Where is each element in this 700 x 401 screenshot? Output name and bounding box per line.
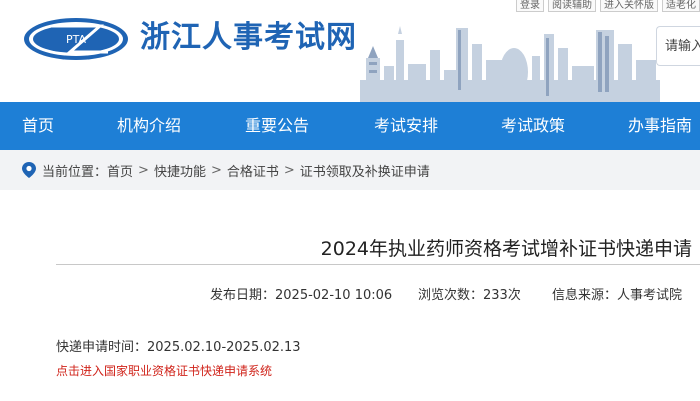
publish-date-value: 2025-02-10 10:06 — [275, 288, 393, 303]
pta-logo-icon[interactable]: PTA — [22, 16, 130, 62]
application-period: 快递申请时间：2025.02.10-2025.02.13 — [56, 336, 301, 355]
elderly-mode-link[interactable]: 适老化 — [662, 0, 700, 12]
application-period-label: 快递申请时间： — [56, 340, 148, 355]
site-header: PTA 浙江人事考试网 — [0, 0, 700, 102]
view-count-value: 233次 — [483, 288, 521, 303]
breadcrumb-separator: > — [283, 162, 295, 178]
breadcrumb-bar: 当前位置： 首页 > 快捷功能 > 合格证书 > 证书领取及补换证申请 — [0, 150, 700, 190]
view-count: 浏览次数：233次 — [418, 284, 521, 303]
info-source-label: 信息来源： — [552, 288, 618, 303]
publish-date: 发布日期：2025-02-10 10:06 — [210, 284, 392, 303]
search-input[interactable] — [657, 27, 700, 65]
search-box[interactable] — [656, 26, 700, 66]
care-mode-link[interactable]: 进入关怀版 — [600, 0, 658, 12]
logo-text: PTA — [66, 33, 86, 46]
title-divider — [56, 264, 700, 265]
breadcrumb-label: 当前位置： — [42, 164, 108, 180]
reading-aid-link[interactable]: 阅读辅助 — [548, 0, 596, 12]
article-title: 2024年执业药师资格考试增补证书快递申请 — [320, 238, 692, 260]
nav-item-about[interactable]: 机构介绍 — [117, 102, 181, 150]
application-period-value: 2025.02.10-2025.02.13 — [147, 340, 301, 355]
breadcrumb-item-shortcuts[interactable]: 快捷功能 — [154, 161, 206, 180]
nav-item-home[interactable]: 首页 — [22, 102, 54, 150]
city-skyline-illustration — [360, 26, 660, 102]
breadcrumb-item-certificate-application[interactable]: 证书领取及补换证申请 — [300, 161, 430, 180]
breadcrumb-separator: > — [138, 162, 149, 178]
info-source-value: 人事考试院 — [617, 288, 683, 303]
nav-item-announcements[interactable]: 重要公告 — [245, 102, 309, 150]
utility-links: 登录 阅读辅助 进入关怀版 适老化 — [516, 0, 700, 12]
breadcrumb-item-home[interactable]: 首页 — [107, 161, 133, 180]
main-nav: 首页 机构介绍 重要公告 考试安排 考试政策 办事指南 — [0, 102, 700, 150]
nav-item-exam-schedule[interactable]: 考试安排 — [374, 102, 438, 150]
breadcrumb-separator: > — [210, 162, 222, 178]
site-title[interactable]: 浙江人事考试网 — [140, 18, 357, 58]
nav-item-exam-policy[interactable]: 考试政策 — [501, 102, 565, 150]
application-system-link[interactable]: 点击进入国家职业资格证书快递申请系统 — [56, 362, 272, 379]
login-link[interactable]: 登录 — [516, 0, 544, 12]
publish-date-label: 发布日期： — [210, 288, 276, 303]
view-count-label: 浏览次数： — [418, 288, 484, 303]
breadcrumb-item-certificates[interactable]: 合格证书 — [227, 161, 279, 180]
breadcrumb: 当前位置： 首页 > 快捷功能 > 合格证书 > 证书领取及补换证申请 — [22, 150, 430, 190]
location-pin-icon — [22, 162, 36, 178]
info-source: 信息来源：人事考试院 — [552, 284, 682, 303]
nav-item-service-guide[interactable]: 办事指南 — [628, 102, 692, 150]
